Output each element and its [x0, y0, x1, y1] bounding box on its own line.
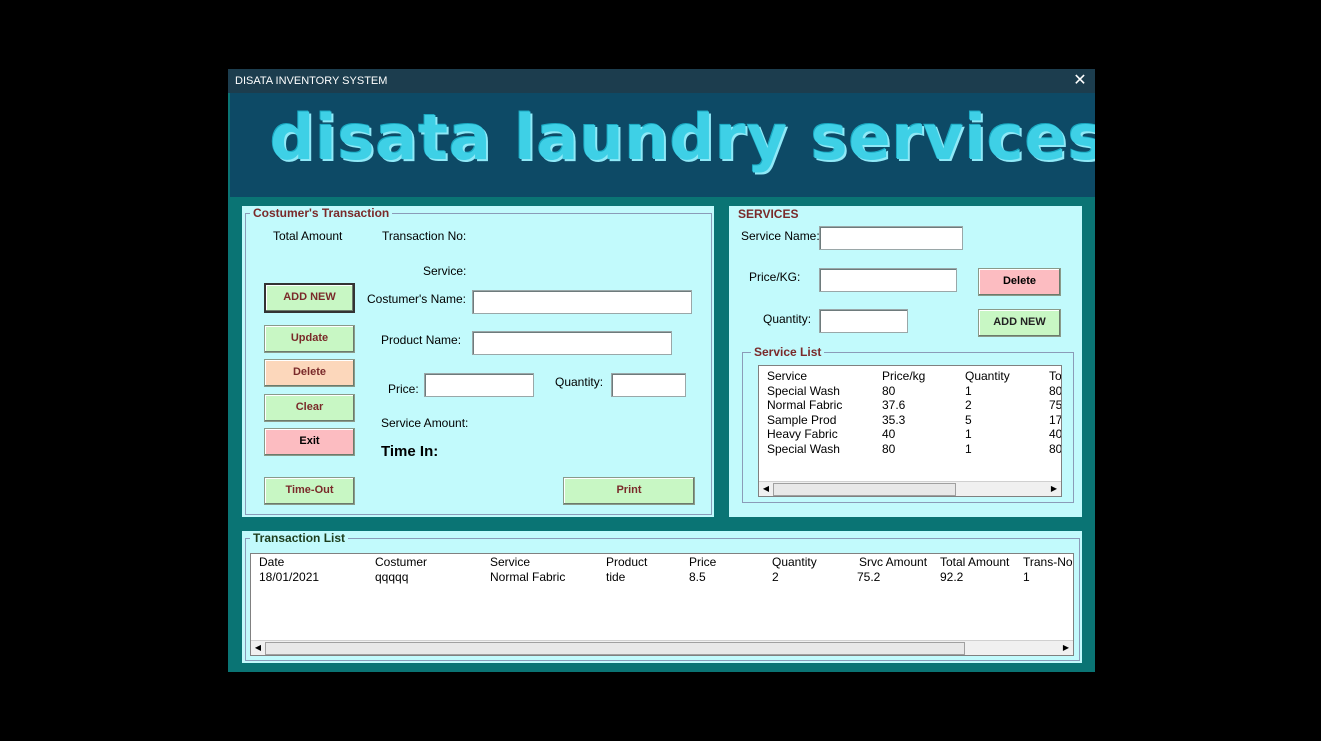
- service-quantity-label: Quantity:: [763, 312, 812, 326]
- time-in-label: Time In:: [381, 443, 439, 460]
- product-name-label: Product Name:: [381, 333, 462, 347]
- service-list-cell: 80: [882, 384, 896, 398]
- service-list-cell: Heavy Fabric: [767, 427, 838, 441]
- add-new-button[interactable]: ADD NEW: [264, 283, 355, 313]
- service-list-cell: 80: [882, 442, 896, 456]
- service-label: Service:: [423, 264, 467, 278]
- price-kg-label: Price/KG:: [749, 270, 801, 284]
- transaction-list-col-header: Price: [689, 555, 717, 569]
- transaction-list-col-header: Quantity: [772, 555, 817, 569]
- service-quantity-input[interactable]: [819, 309, 908, 333]
- service-list-col-header: Price/kg: [882, 369, 926, 383]
- transaction-list-cell: 8.5: [689, 570, 706, 584]
- service-list-col-header: Quantity: [965, 369, 1010, 383]
- service-name-input[interactable]: [819, 226, 963, 250]
- service-list-col-header: To: [1049, 369, 1062, 383]
- transaction-list-cell: 2: [772, 570, 779, 584]
- transaction-list-cell: 92.2: [940, 570, 964, 584]
- service-amount-label: Service Amount:: [381, 416, 469, 430]
- customer-name-input[interactable]: [472, 290, 692, 314]
- service-list-cell: 80: [1049, 442, 1062, 456]
- transaction-list-col-header: Date: [259, 555, 285, 569]
- product-name-input[interactable]: [472, 331, 672, 355]
- banner: disata laundry services: [230, 93, 1095, 197]
- delete-button[interactable]: Delete: [264, 359, 355, 387]
- service-list-cell: Normal Fabric: [767, 398, 843, 412]
- customer-name-label: Costumer's Name:: [367, 292, 466, 306]
- service-list-cell: 35.3: [882, 413, 906, 427]
- service-list-cell: 37.6: [882, 398, 906, 412]
- service-list-cell: Special Wash: [767, 384, 840, 398]
- price-label: Price:: [388, 382, 419, 396]
- transaction-list-col-header: Srvc Amount: [859, 555, 928, 569]
- service-list-cell: 1: [965, 384, 972, 398]
- scrollbar-thumb[interactable]: [265, 642, 965, 655]
- transaction-list-panel: Transaction List Date Costumer Service P…: [242, 531, 1082, 663]
- service-list-cell: 40: [882, 427, 896, 441]
- service-add-new-button[interactable]: ADD NEW: [978, 309, 1061, 337]
- transaction-list-scrollbar[interactable]: ◀ ▶: [251, 640, 1073, 655]
- services-panel: SERVICES Service Name: Price/KG: Delete …: [729, 206, 1082, 517]
- time-out-button[interactable]: Time-Out: [264, 477, 355, 505]
- scrollbar-thumb[interactable]: [773, 483, 956, 496]
- service-list-cell: 75: [1049, 398, 1062, 412]
- price-kg-input[interactable]: [819, 268, 957, 292]
- update-button[interactable]: Update: [264, 325, 355, 353]
- transaction-list-cell: qqqqq: [375, 570, 409, 584]
- services-title: SERVICES: [738, 207, 799, 221]
- transaction-list[interactable]: Date Costumer Service Product Price Quan…: [250, 553, 1074, 656]
- chevron-right-icon[interactable]: ▶: [1059, 641, 1073, 655]
- service-list-cell: Special Wash: [767, 442, 840, 456]
- window-title: DISATA INVENTORY SYSTEM: [235, 75, 388, 87]
- banner-title: disata laundry services: [270, 101, 1095, 174]
- quantity-label: Quantity:: [555, 375, 604, 389]
- service-list-cell: 17: [1049, 413, 1062, 427]
- app-window: DISATA INVENTORY SYSTEM ✕ disata laundry…: [228, 69, 1095, 672]
- service-list-cell: 5: [965, 413, 972, 427]
- service-list-title: Service List: [751, 345, 825, 359]
- exit-button[interactable]: Exit: [264, 428, 355, 456]
- transaction-list-col-header: Service: [490, 555, 531, 569]
- price-input[interactable]: [424, 373, 534, 397]
- service-list-col-header: Service: [767, 369, 808, 383]
- close-icon[interactable]: ✕: [1065, 69, 1095, 93]
- service-list-cell: 80: [1049, 384, 1062, 398]
- quantity-input[interactable]: [611, 373, 686, 397]
- total-amount-label: Total Amount: [273, 229, 343, 243]
- transaction-list-cell: 18/01/2021: [259, 570, 320, 584]
- chevron-left-icon[interactable]: ◀: [251, 641, 265, 655]
- transaction-list-col-header: Costumer: [375, 555, 428, 569]
- transaction-list-title: Transaction List: [250, 531, 349, 545]
- transaction-list-cell: 1: [1023, 570, 1030, 584]
- service-list-cell: 1: [965, 427, 972, 441]
- clear-button[interactable]: Clear: [264, 394, 355, 422]
- service-delete-button[interactable]: Delete: [978, 268, 1061, 296]
- transaction-panel: Costumer's Transaction Total Amount Tran…: [242, 206, 714, 517]
- service-list-cell: 2: [965, 398, 972, 412]
- transaction-frame-title: Costumer's Transaction: [250, 206, 393, 220]
- print-button[interactable]: Print: [563, 477, 695, 505]
- transaction-list-cell: tide: [606, 570, 626, 584]
- transaction-list-col-header: Total Amount: [940, 555, 1010, 569]
- service-list-cell: 1: [965, 442, 972, 456]
- chevron-left-icon[interactable]: ◀: [759, 482, 773, 496]
- service-list-cell: Sample Prod: [767, 413, 837, 427]
- service-name-label: Service Name:: [741, 229, 820, 243]
- chevron-right-icon[interactable]: ▶: [1047, 482, 1061, 496]
- service-list[interactable]: Service Price/kg Quantity To Special Was…: [758, 365, 1062, 497]
- transaction-list-cell: Normal Fabric: [490, 570, 566, 584]
- service-list-cell: 40: [1049, 427, 1062, 441]
- transaction-list-col-header: Trans-No.: [1023, 555, 1074, 569]
- transaction-list-cell: 75.2: [857, 570, 881, 584]
- transaction-list-col-header: Product: [606, 555, 648, 569]
- transaction-no-label: Transaction No:: [382, 229, 467, 243]
- service-list-scrollbar[interactable]: ◀ ▶: [759, 481, 1061, 496]
- title-bar: DISATA INVENTORY SYSTEM ✕: [228, 69, 1095, 93]
